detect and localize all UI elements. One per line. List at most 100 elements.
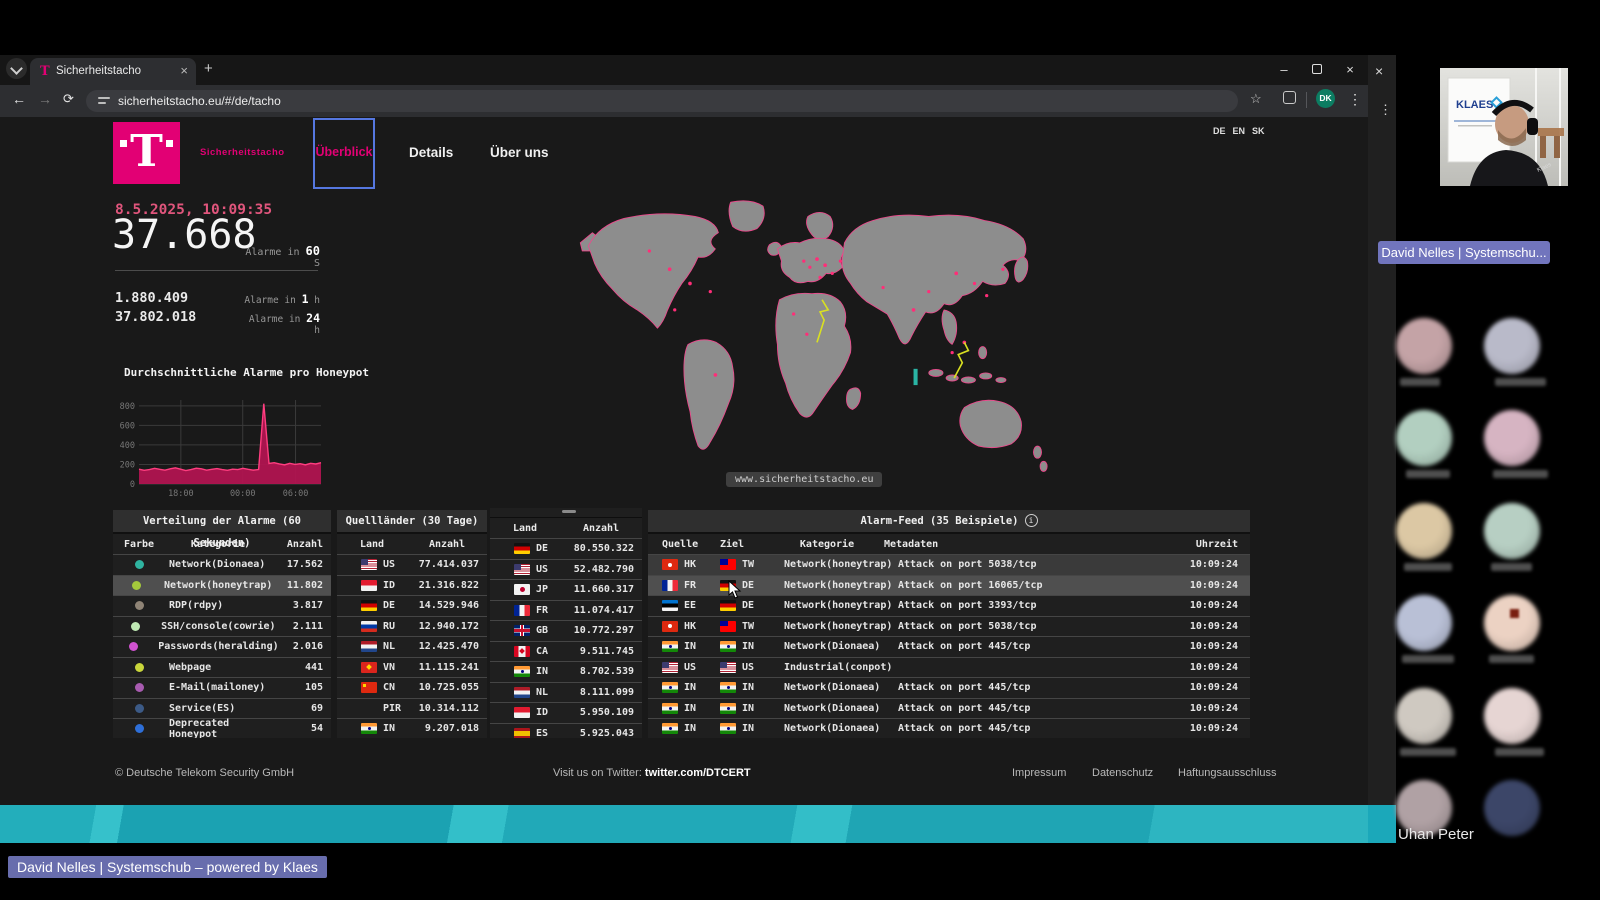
table-row[interactable]: ID21.316.822 [337, 575, 487, 596]
browser-menu-icon[interactable]: ⋮ [1348, 91, 1362, 108]
participant-avatar[interactable] [1396, 410, 1452, 466]
participant-avatar[interactable] [1396, 318, 1452, 374]
table-row[interactable]: VN11.115.241 [337, 657, 487, 678]
bookmark-star-icon[interactable]: ☆ [1250, 91, 1262, 107]
more-options-icon[interactable]: ⋮ [1379, 107, 1392, 112]
table-row[interactable]: Webpage441 [113, 657, 331, 678]
table-row[interactable]: IN8.702.539 [490, 661, 642, 682]
close-panel-icon[interactable]: × [1375, 63, 1383, 79]
table-row[interactable]: Service(ES)69 [113, 698, 331, 719]
participant-avatar[interactable] [1396, 595, 1452, 651]
world-map[interactable]: www.sicherheitstacho.eu [578, 190, 1056, 505]
close-button[interactable]: × [1338, 58, 1362, 82]
participant-avatar[interactable] [1484, 688, 1540, 744]
flag-icon-id [361, 580, 377, 591]
alarm-feed-row[interactable]: HKTWNetwork(honeytrap)Attack on port 503… [648, 616, 1250, 637]
table-row[interactable]: E-Mail(mailoney)105 [113, 677, 331, 698]
alarm-feed-row[interactable]: ININNetwork(Dionaea)Attack on port 445/t… [648, 677, 1250, 698]
alarm-feed-row[interactable]: ININNetwork(Dionaea)Attack on port 445/t… [648, 718, 1250, 738]
table-row[interactable]: CN10.725.055 [337, 677, 487, 698]
flag-icon-hk [662, 621, 678, 632]
flag-icon-fr [662, 580, 678, 591]
footer-link-datenschutz[interactable]: Datenschutz [1092, 767, 1153, 779]
table-row[interactable]: US77.414.037 [337, 554, 487, 575]
category-color-dot [135, 704, 144, 713]
nav-tab-details[interactable]: Details [409, 145, 453, 160]
lang-de[interactable]: DE [1213, 126, 1226, 136]
table-row[interactable]: NL8.111.099 [490, 682, 642, 703]
telekom-logo[interactable]: T [113, 122, 180, 184]
table-row[interactable]: NL12.425.470 [337, 636, 487, 657]
footer-link-haftungsausschluss[interactable]: Haftungsausschluss [1178, 767, 1276, 779]
table-row[interactable]: Network(honeytrap)11.802 [113, 575, 331, 596]
flag-icon-in [361, 723, 377, 734]
participant-avatar[interactable] [1484, 318, 1540, 374]
svg-text:00:00: 00:00 [230, 489, 256, 499]
address-bar[interactable]: sicherheitstacho.eu/#/de/tacho [86, 90, 1238, 112]
site-info-icon[interactable] [98, 96, 110, 106]
flag-icon-in [720, 641, 736, 652]
table-row[interactable]: Deprecated Honeypot54 [113, 718, 331, 738]
profile-badge[interactable]: DK [1316, 89, 1335, 108]
new-tab-button[interactable]: + [204, 60, 213, 77]
nav-tab-ueberblick[interactable]: Überblick [313, 118, 375, 189]
participant-avatar[interactable] [1396, 503, 1452, 559]
participant-avatar[interactable] [1484, 410, 1540, 466]
table-row[interactable]: IN9.207.018 [337, 718, 487, 738]
participant-name-blurred [1400, 748, 1456, 756]
footer-link-impressum[interactable]: Impressum [1012, 767, 1066, 779]
alarm-feed-row[interactable]: HKTWNetwork(honeytrap)Attack on port 503… [648, 554, 1250, 575]
table-row[interactable]: US52.482.790 [490, 559, 642, 580]
participant-avatar[interactable] [1484, 503, 1540, 559]
back-button[interactable]: ← [12, 91, 26, 107]
tab-search-chevron[interactable] [6, 58, 27, 79]
table-header: Land Anzahl [337, 534, 487, 554]
lang-en[interactable]: EN [1233, 126, 1246, 136]
alarm-feed-row[interactable]: ININNetwork(Dionaea)Attack on port 445/t… [648, 698, 1250, 719]
table-row[interactable]: RU12.940.172 [337, 616, 487, 637]
alarm-feed-row[interactable]: USUSIndustrial(conpot)10:09:24 [648, 657, 1250, 678]
participant-avatar[interactable] [1396, 688, 1452, 744]
table-row[interactable]: GB10.772.297 [490, 620, 642, 641]
extensions-icon[interactable] [1283, 91, 1296, 107]
svg-text:200: 200 [120, 460, 135, 470]
browser-tab[interactable]: T Sicherheitstacho × [30, 58, 196, 85]
participant-avatar[interactable] [1484, 780, 1540, 836]
table-row[interactable]: CA9.511.745 [490, 641, 642, 662]
alarm-feed-row[interactable]: ININNetwork(Dionaea)Attack on port 445/t… [648, 636, 1250, 657]
panel-quelllaender: Quellländer (30 Tage) Land Anzahl US77.4… [337, 510, 487, 738]
flag-icon-tw [720, 559, 736, 570]
twitter-link[interactable]: twitter.com/DTCERT [645, 767, 751, 779]
table-row[interactable]: Network(Dionaea)17.562 [113, 554, 331, 575]
flag-icon-in [720, 703, 736, 714]
info-icon[interactable]: i [1025, 514, 1038, 527]
alarm-count-24h: 37.802.018 [115, 309, 196, 325]
tab-close-icon[interactable]: × [180, 63, 188, 78]
table-row[interactable]: Passwords(heralding)2.016 [113, 636, 331, 657]
forward-button[interactable]: → [38, 91, 52, 107]
nav-tab-ueber-uns[interactable]: Über uns [490, 145, 549, 160]
alarm-count-60s: 37.668 [112, 214, 257, 256]
flag-icon-fr [514, 605, 530, 616]
participant-avatar[interactable] [1484, 595, 1540, 651]
footer-copyright: © Deutsche Telekom Security GmbH [115, 767, 294, 779]
table-row[interactable]: FR11.074.417 [490, 600, 642, 621]
reload-button[interactable]: ⟳ [63, 91, 74, 107]
table-row[interactable]: RDP(rdpy)3.817 [113, 595, 331, 616]
table-row[interactable]: JP11.660.317 [490, 579, 642, 600]
flag-icon-in [662, 682, 678, 693]
table-row[interactable]: DE14.529.946 [337, 595, 487, 616]
maximize-button[interactable] [1305, 58, 1329, 82]
webcam-tile[interactable]: KLAES Klaes [1440, 68, 1568, 186]
flag-icon-in [514, 666, 530, 677]
footer-wave-band [0, 805, 1368, 843]
table-row[interactable]: ES5.925.043 [490, 723, 642, 739]
table-row[interactable]: ID5.950.109 [490, 702, 642, 723]
table-row[interactable]: SSH/console(cowrie)2.111 [113, 616, 331, 637]
flag-icon-us [720, 662, 736, 673]
table-row[interactable]: DE80.550.322 [490, 538, 642, 559]
scrollbar-thumb[interactable] [562, 510, 576, 513]
minimize-button[interactable]: – [1272, 58, 1296, 82]
lang-sk[interactable]: SK [1252, 126, 1265, 136]
table-row[interactable]: PIR10.314.112 [337, 698, 487, 719]
